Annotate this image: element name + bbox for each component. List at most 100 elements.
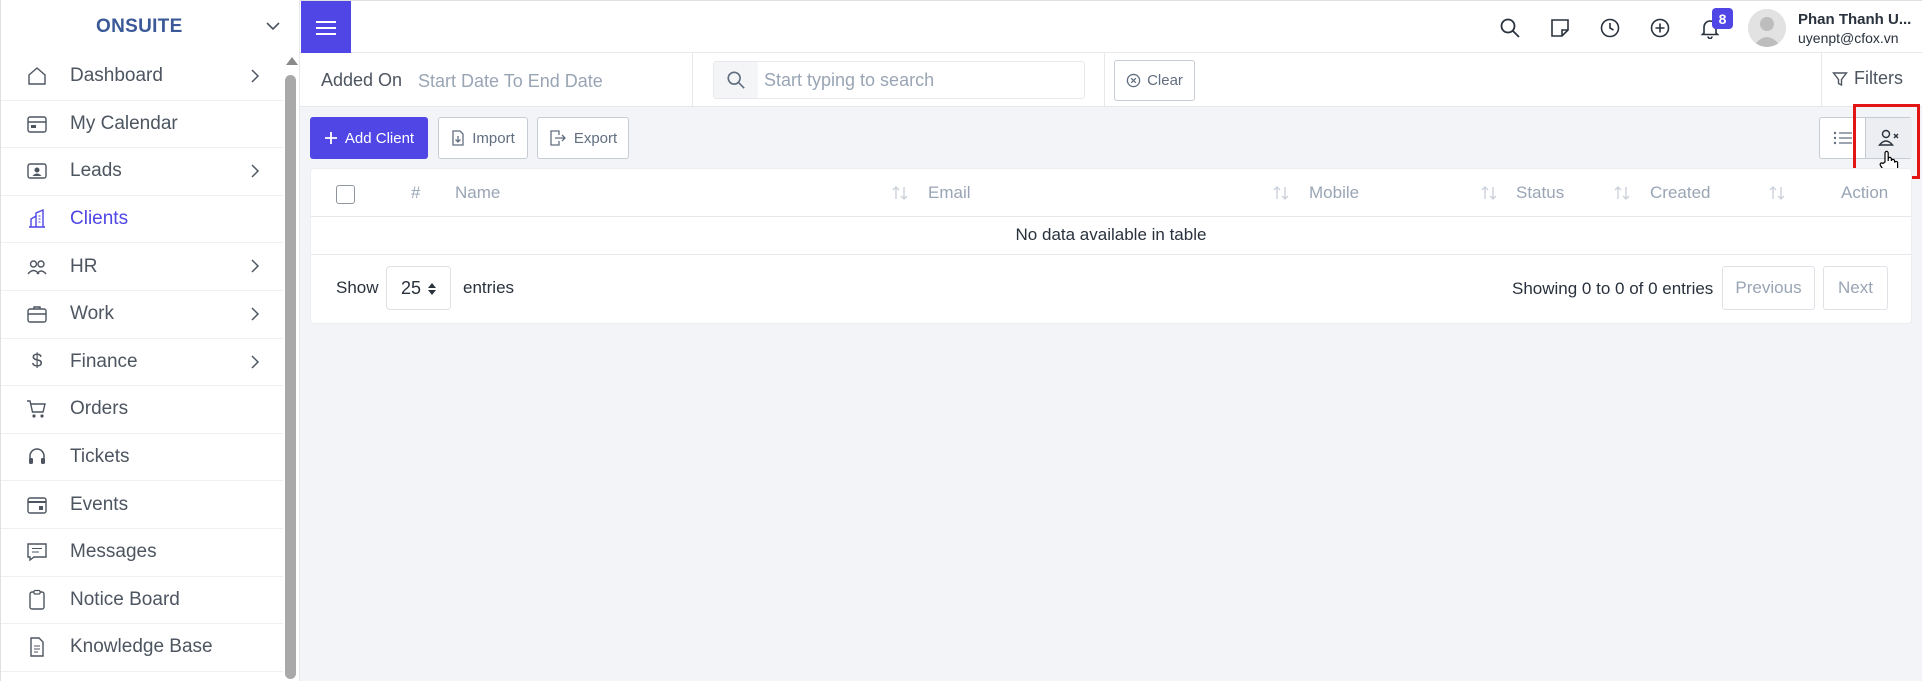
search-icon bbox=[714, 62, 758, 98]
search-box[interactable] bbox=[713, 61, 1085, 99]
brand[interactable]: ONSUITE bbox=[1, 0, 299, 53]
clipboard-icon bbox=[26, 589, 48, 611]
select-all-checkbox[interactable] bbox=[336, 185, 355, 204]
sidebar-item-hr[interactable]: HR bbox=[1, 243, 283, 291]
sidebar-item-label: Messages bbox=[70, 541, 157, 563]
empty-table-message: No data available in table bbox=[311, 217, 1911, 255]
sidebar-item-tickets[interactable]: Tickets bbox=[1, 434, 283, 482]
plus-circle-icon[interactable] bbox=[1648, 16, 1672, 40]
column-header-number[interactable]: # bbox=[411, 183, 420, 203]
sidebar-scrollbar[interactable] bbox=[284, 55, 298, 679]
calendar-event-icon bbox=[26, 494, 48, 516]
sort-icon[interactable] bbox=[1768, 185, 1786, 201]
calendar-icon bbox=[26, 113, 48, 135]
sidebar-item-label: Orders bbox=[70, 398, 129, 420]
id-card-icon bbox=[26, 160, 48, 182]
chevron-right-icon bbox=[251, 69, 260, 83]
column-header-created[interactable]: Created bbox=[1650, 183, 1710, 203]
building-icon bbox=[26, 208, 48, 230]
avatar[interactable] bbox=[1748, 9, 1786, 47]
sidebar-item-leads[interactable]: Leads bbox=[1, 148, 283, 196]
sidebar-item-work[interactable]: Work bbox=[1, 291, 283, 339]
table-header: # Name Email Mobile Status Created Actio… bbox=[311, 169, 1911, 217]
previous-page-button[interactable]: Previous bbox=[1722, 266, 1815, 310]
chevron-right-icon bbox=[251, 164, 260, 178]
page-length-select[interactable]: 25 bbox=[386, 266, 451, 310]
chevron-right-icon bbox=[251, 259, 260, 273]
sticky-note-icon[interactable] bbox=[1548, 16, 1572, 40]
search-input[interactable] bbox=[764, 68, 1074, 92]
archived-clients-button[interactable] bbox=[1866, 118, 1912, 158]
export-label: Export bbox=[573, 129, 618, 147]
hamburger-menu-button[interactable] bbox=[301, 1, 351, 54]
sidebar-item-notice-board[interactable]: Notice Board bbox=[1, 577, 283, 625]
file-export-icon bbox=[550, 130, 566, 146]
chevron-down-icon[interactable] bbox=[263, 16, 283, 36]
sort-icon[interactable] bbox=[1272, 185, 1290, 201]
list-view-button[interactable] bbox=[1820, 118, 1866, 158]
sidebar-item-dashboard[interactable]: Dashboard bbox=[1, 53, 283, 101]
search-icon[interactable] bbox=[1498, 16, 1522, 40]
divider bbox=[692, 53, 693, 107]
sidebar-item-label: My Calendar bbox=[70, 112, 178, 134]
close-circle-icon bbox=[1126, 73, 1141, 88]
dollar-icon: $ bbox=[31, 350, 43, 372]
clear-button[interactable]: Clear bbox=[1114, 60, 1195, 101]
next-page-button[interactable]: Next bbox=[1823, 266, 1888, 310]
user-email: uyenpt@cfox.vn bbox=[1798, 30, 1899, 46]
scroll-up-icon[interactable] bbox=[286, 57, 298, 65]
sort-icon[interactable] bbox=[1480, 185, 1498, 201]
divider bbox=[1821, 53, 1822, 107]
added-on-label: Added On bbox=[321, 70, 403, 90]
sidebar-item-label: HR bbox=[70, 255, 98, 277]
column-header-status[interactable]: Status bbox=[1516, 183, 1564, 203]
import-button[interactable]: Import bbox=[438, 117, 528, 159]
scrollbar-thumb[interactable] bbox=[285, 75, 296, 679]
sidebar-item-label: Work bbox=[70, 303, 114, 325]
headset-icon bbox=[26, 446, 48, 468]
chevron-right-icon bbox=[251, 307, 260, 321]
show-label: Show bbox=[336, 278, 379, 297]
sidebar-item-knowledge-base[interactable]: Knowledge Base bbox=[1, 624, 283, 672]
filter-bar: Added On Clear Filters bbox=[300, 53, 1922, 107]
filters-button[interactable]: Filters bbox=[1832, 68, 1903, 89]
sidebar-item-label: Notice Board bbox=[70, 588, 180, 610]
sidebar-item-label: Dashboard bbox=[70, 65, 163, 87]
import-label: Import bbox=[472, 129, 515, 147]
sidebar-item-finance[interactable]: $ Finance bbox=[1, 339, 283, 387]
column-header-email[interactable]: Email bbox=[928, 183, 971, 203]
filters-label: Filters bbox=[1854, 68, 1903, 88]
caret-updown-icon bbox=[428, 283, 436, 295]
clients-table: # Name Email Mobile Status Created Actio… bbox=[310, 168, 1912, 324]
sidebar-item-label: Tickets bbox=[70, 446, 130, 468]
sidebar-item-label: Knowledge Base bbox=[70, 636, 213, 658]
sidebar-item-clients[interactable]: Clients bbox=[1, 196, 283, 244]
sidebar-item-label: Finance bbox=[70, 350, 138, 372]
column-header-name[interactable]: Name bbox=[455, 183, 500, 203]
sidebar-item-my-calendar[interactable]: My Calendar bbox=[1, 101, 283, 149]
column-header-mobile[interactable]: Mobile bbox=[1309, 183, 1359, 203]
sort-icon[interactable] bbox=[1613, 185, 1631, 201]
plus-icon bbox=[324, 132, 337, 144]
sidebar-item-messages[interactable]: Messages bbox=[1, 529, 283, 577]
date-range-input[interactable] bbox=[418, 67, 678, 95]
sort-icon[interactable] bbox=[891, 185, 909, 201]
table-info: Showing 0 to 0 of 0 entries bbox=[1512, 279, 1714, 298]
sidebar-item-events[interactable]: Events bbox=[1, 481, 283, 529]
house-icon bbox=[26, 65, 48, 87]
add-client-button[interactable]: Add Client bbox=[310, 117, 428, 159]
sidebar-item-label: Leads bbox=[70, 160, 122, 182]
add-client-label: Add Client bbox=[344, 129, 415, 147]
brand-name: ONSUITE bbox=[96, 15, 183, 37]
user-name[interactable]: Phan Thanh U... bbox=[1798, 11, 1911, 28]
sidebar-item-label: Clients bbox=[70, 208, 129, 230]
export-button[interactable]: Export bbox=[537, 117, 629, 159]
column-header-action: Action bbox=[1841, 183, 1889, 202]
hamburger-icon bbox=[316, 20, 336, 23]
clock-icon[interactable] bbox=[1598, 16, 1622, 40]
entries-label: entries bbox=[463, 278, 515, 297]
document-icon bbox=[26, 636, 48, 658]
sidebar-item-orders[interactable]: Orders bbox=[1, 386, 283, 434]
user-x-icon bbox=[1878, 129, 1899, 146]
chevron-right-icon bbox=[251, 355, 260, 369]
